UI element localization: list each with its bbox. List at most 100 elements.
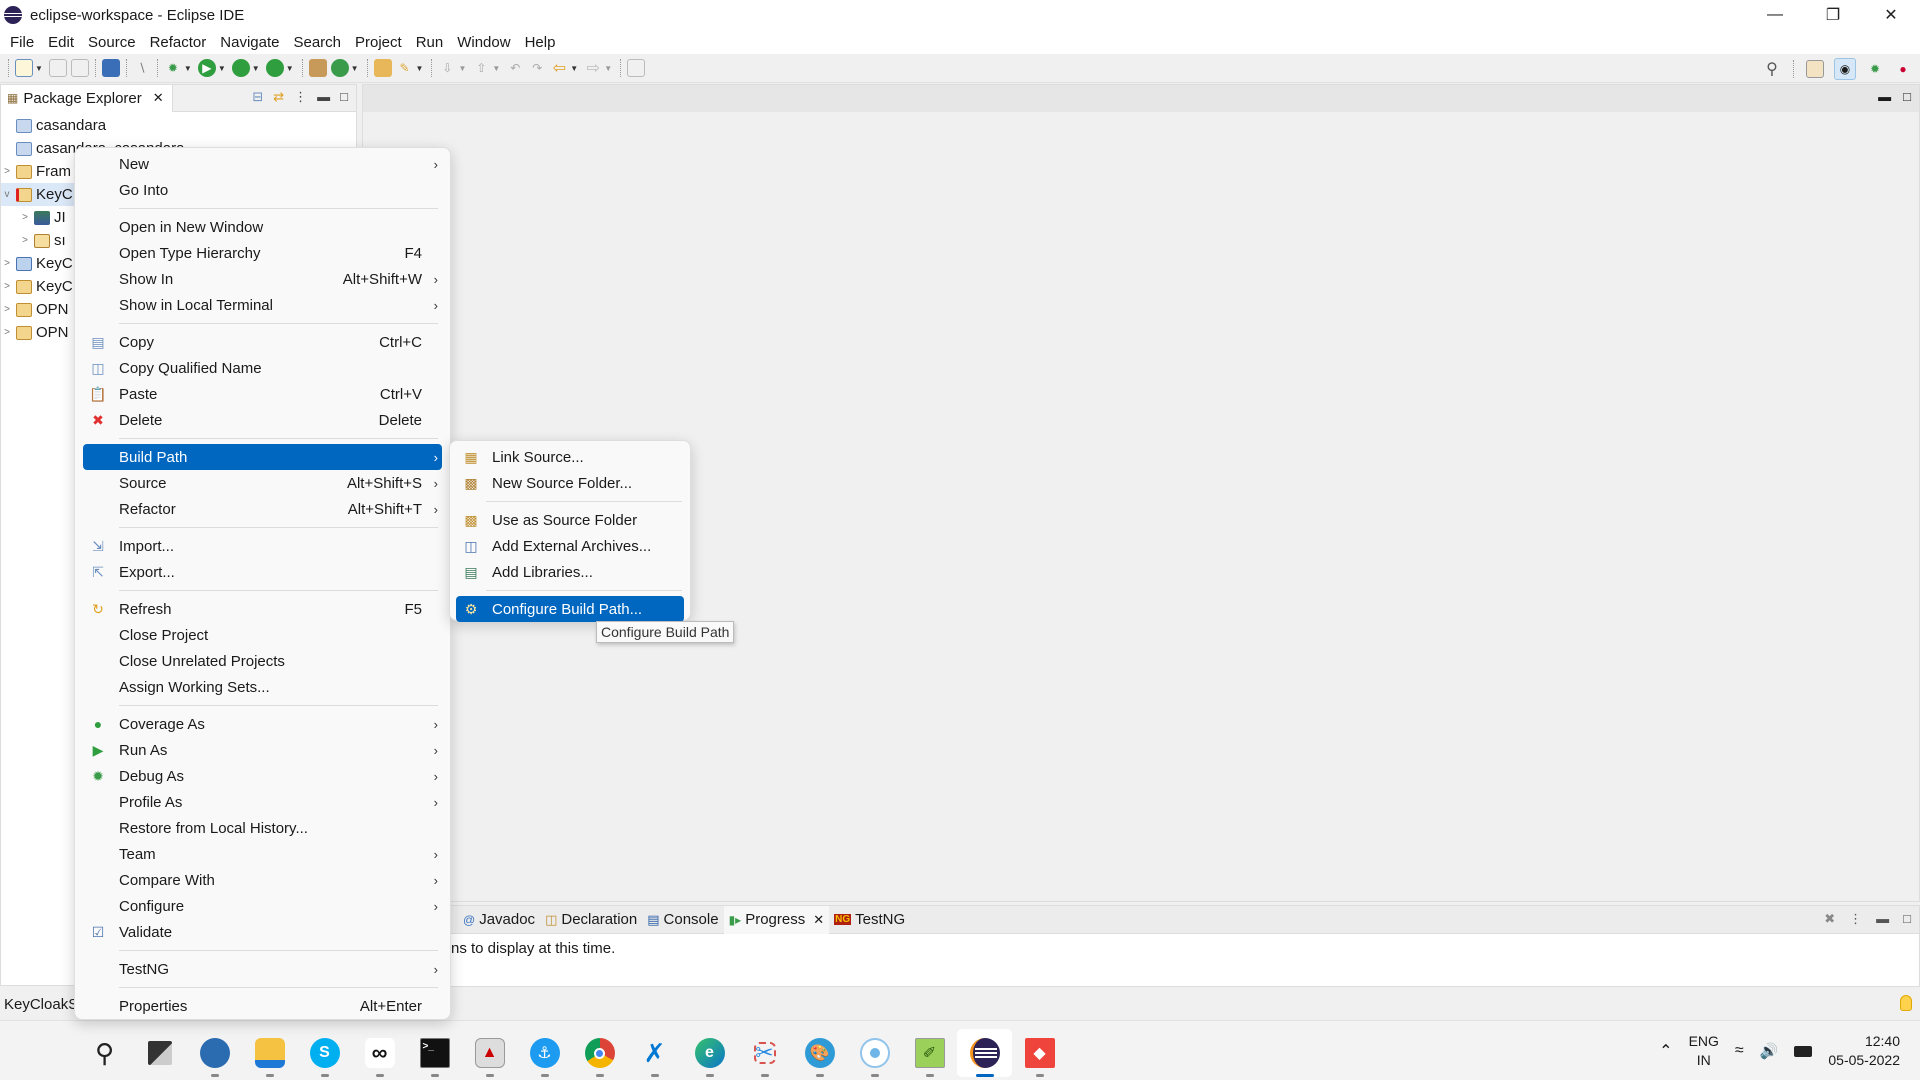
collapse-icon[interactable]: v xyxy=(1,189,13,200)
menu-item-close-unrelated-projects[interactable]: Close Unrelated Projects xyxy=(83,648,442,674)
menu-item-refactor[interactable]: Refactor Alt+Shift+T › xyxy=(83,496,442,522)
wifi-icon[interactable]: ≈ xyxy=(1735,1042,1744,1060)
taskbar-skype[interactable]: S xyxy=(297,1029,352,1077)
tree-item[interactable]: casandara xyxy=(1,114,356,137)
tab-package-explorer[interactable]: ▦ Package Explorer ✕ xyxy=(1,84,173,112)
debug-dropdown-icon[interactable]: ▼ xyxy=(184,64,192,73)
menu-item-copy-qualified-name[interactable]: ◫ Copy Qualified Name xyxy=(83,355,442,381)
menu-window[interactable]: Window xyxy=(450,34,517,51)
close-tab-icon[interactable]: ✕ xyxy=(153,90,164,106)
taskbar-snipping-tool[interactable]: ✂ xyxy=(737,1029,792,1077)
pin-editor-icon[interactable] xyxy=(627,59,646,77)
menu-item-source[interactable]: Source Alt+Shift+S › xyxy=(83,470,442,496)
menu-item-debug-as[interactable]: ✹ Debug As › xyxy=(83,763,442,789)
menu-item-link-source[interactable]: ▦ Link Source... xyxy=(456,444,684,470)
menu-item-validate[interactable]: ☑ Validate xyxy=(83,919,442,945)
menu-item-show-in[interactable]: Show In Alt+Shift+W › xyxy=(83,266,442,292)
remove-all-finished-icon[interactable]: ✖ xyxy=(1824,911,1835,927)
close-button[interactable]: ✕ xyxy=(1862,0,1920,30)
save-icon[interactable] xyxy=(48,59,67,77)
expand-icon[interactable]: > xyxy=(1,281,13,292)
expand-icon[interactable]: > xyxy=(1,327,13,338)
expand-icon[interactable]: > xyxy=(1,304,13,315)
restore-button[interactable]: ❐ xyxy=(1804,0,1862,30)
tab-declaration[interactable]: ◫ Declaration xyxy=(540,906,642,934)
menu-file[interactable]: File xyxy=(3,34,41,51)
menu-item-copy[interactable]: ▤ Copy Ctrl+C xyxy=(83,329,442,355)
new-dropdown-icon[interactable]: ▼ xyxy=(35,64,43,73)
menu-item-delete[interactable]: ✖ Delete Delete xyxy=(83,407,442,433)
close-tab-icon[interactable]: ✕ xyxy=(813,912,824,928)
taskbar-infinity-app[interactable]: ∞ xyxy=(352,1029,407,1077)
tab-progress[interactable]: ▮▸ Progress ✕ xyxy=(723,905,830,934)
taskbar-anydesk[interactable]: ◆ xyxy=(1012,1029,1067,1077)
menu-item-coverage-as[interactable]: ● Coverage As › xyxy=(83,711,442,737)
menu-help[interactable]: Help xyxy=(518,34,563,51)
battery-charging-icon[interactable] xyxy=(1794,1045,1813,1057)
expand-icon[interactable]: > xyxy=(1,258,13,269)
menu-item-close-project[interactable]: Close Project xyxy=(83,622,442,648)
run-dropdown-icon[interactable]: ▼ xyxy=(218,64,226,73)
expand-icon[interactable]: > xyxy=(1,166,13,177)
taskbar-eclipse[interactable] xyxy=(957,1029,1012,1077)
link-with-editor-icon[interactable]: ⇄ xyxy=(273,89,284,105)
expand-icon[interactable]: > xyxy=(19,212,31,223)
external-tools-icon[interactable] xyxy=(265,59,284,77)
new-java-class-icon[interactable] xyxy=(330,59,349,77)
new-file-icon[interactable] xyxy=(15,59,33,77)
menu-item-open-in-new-window[interactable]: Open in New Window xyxy=(83,214,442,240)
debug-icon[interactable]: ✹ xyxy=(164,59,182,77)
menu-item-new-source-folder[interactable]: ▩ New Source Folder... xyxy=(456,470,684,496)
back-icon[interactable]: ⇦ xyxy=(550,59,568,77)
tab-javadoc[interactable]: @ Javadoc xyxy=(458,906,540,934)
menu-navigate[interactable]: Navigate xyxy=(213,34,286,51)
menu-item-new[interactable]: New › xyxy=(83,151,442,177)
menu-project[interactable]: Project xyxy=(348,34,409,51)
menu-run[interactable]: Run xyxy=(409,34,451,51)
tab-testng[interactable]: NG TestNG xyxy=(829,906,910,934)
taskbar-search[interactable]: ⚲ xyxy=(77,1029,132,1077)
previous-annotation-icon[interactable]: ⇧ xyxy=(472,59,490,77)
coverage-icon[interactable] xyxy=(231,59,250,77)
taskbar-docker[interactable]: ⚓ xyxy=(517,1029,572,1077)
minimize-editor-icon[interactable]: ▬ xyxy=(1878,89,1891,104)
show-hidden-icons-chevron-icon[interactable]: ⌃ xyxy=(1659,1041,1672,1061)
taskbar-paint[interactable]: 🎨 xyxy=(792,1029,847,1077)
skip-breakpoints-icon[interactable]: ∖ xyxy=(133,59,151,77)
menu-item-restore-local-history[interactable]: Restore from Local History... xyxy=(83,815,442,841)
java-perspective-icon[interactable]: ◉ xyxy=(1834,58,1856,80)
external-tools-dropdown-icon[interactable]: ▼ xyxy=(286,64,294,73)
coverage-dropdown-icon[interactable]: ▼ xyxy=(252,64,260,73)
menu-item-configure[interactable]: Configure › xyxy=(83,893,442,919)
tree-item-selected[interactable]: v KeyC xyxy=(1,183,81,206)
search-icon[interactable]: ⚲ xyxy=(1763,60,1781,78)
minimize-button[interactable]: — xyxy=(1746,0,1804,30)
collapse-all-icon[interactable]: ⊟ xyxy=(252,89,263,105)
menu-source[interactable]: Source xyxy=(81,34,143,51)
new-java-package-icon[interactable] xyxy=(308,59,327,77)
taskbar-notepad-plus-plus[interactable]: ✐ xyxy=(902,1029,957,1077)
menu-item-configure-build-path[interactable]: ⚙ Configure Build Path... xyxy=(456,596,684,622)
clock[interactable]: 12:40 05-05-2022 xyxy=(1828,1032,1900,1070)
menu-item-show-in-local-terminal[interactable]: Show in Local Terminal › xyxy=(83,292,442,318)
taskbar-recorder[interactable] xyxy=(847,1029,902,1077)
minimize-view-icon[interactable]: ▬ xyxy=(317,89,330,105)
menu-item-open-type-hierarchy[interactable]: Open Type Hierarchy F4 xyxy=(83,240,442,266)
debug-perspective-icon[interactable]: ✹ xyxy=(1866,60,1884,78)
menu-item-team[interactable]: Team › xyxy=(83,841,442,867)
open-type-icon[interactable] xyxy=(373,59,392,77)
menu-item-profile-as[interactable]: Profile As › xyxy=(83,789,442,815)
menu-item-use-as-source-folder[interactable]: ▩ Use as Source Folder xyxy=(456,507,684,533)
maximize-view-icon[interactable]: □ xyxy=(340,89,348,105)
menu-search[interactable]: Search xyxy=(286,34,348,51)
previous-annotation-dropdown-icon[interactable]: ▼ xyxy=(492,64,500,73)
last-edit-location-icon[interactable]: ↶ xyxy=(506,59,524,77)
maximize-editor-icon[interactable]: □ xyxy=(1903,89,1911,104)
menu-item-refresh[interactable]: ↻ Refresh F5 xyxy=(83,596,442,622)
menu-item-export[interactable]: ⇱ Export... xyxy=(83,559,442,585)
minimize-view-icon[interactable]: ▬ xyxy=(1876,911,1889,927)
taskbar-thunderbird[interactable] xyxy=(187,1029,242,1077)
maximize-view-icon[interactable]: □ xyxy=(1903,911,1911,927)
menu-item-assign-working-sets[interactable]: Assign Working Sets... xyxy=(83,674,442,700)
start-button[interactable] xyxy=(22,1029,77,1077)
